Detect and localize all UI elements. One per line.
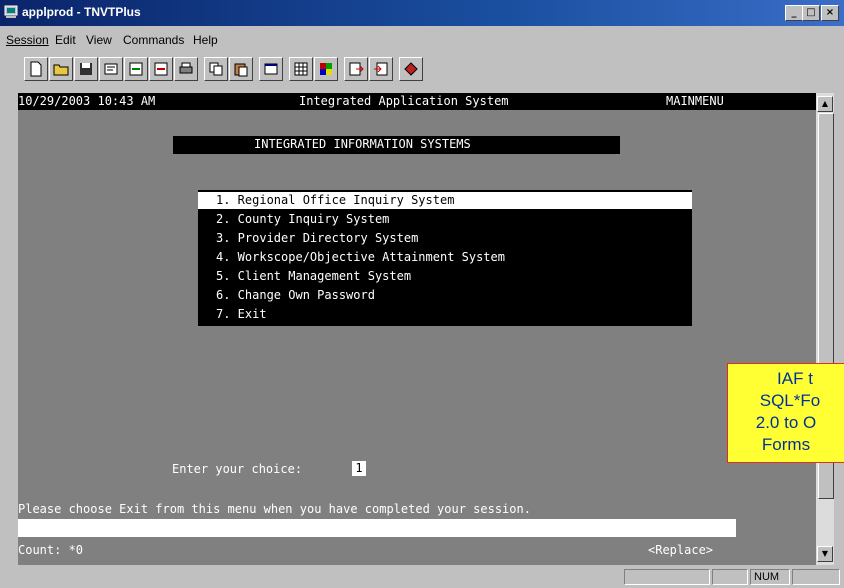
new-button[interactable] xyxy=(24,57,48,81)
menu-edit[interactable]: Edit xyxy=(55,33,76,47)
note-line-3: 2.0 to O xyxy=(755,413,817,432)
paste-button[interactable] xyxy=(229,57,253,81)
menu-view[interactable]: View xyxy=(86,33,112,47)
new-icon xyxy=(30,61,42,77)
arrow-up-icon: ▲ xyxy=(821,99,829,108)
color-button[interactable] xyxy=(314,57,338,81)
menu-item-3[interactable]: 3. Provider Directory System xyxy=(198,230,692,247)
note-line-1: IAF t xyxy=(777,369,813,388)
grid-button[interactable] xyxy=(289,57,313,81)
window-icon xyxy=(264,63,278,75)
properties-button[interactable] xyxy=(99,57,123,81)
macro-icon xyxy=(404,62,418,76)
connect-icon xyxy=(129,62,143,76)
title-bar: applprod - TNVTPlus _ □ × xyxy=(0,0,844,26)
print-icon xyxy=(179,62,193,74)
menu-help[interactable]: Help xyxy=(193,33,218,47)
connect-button[interactable] xyxy=(124,57,148,81)
annotation-callout: IAF t SQL*Fo 2.0 to O Forms xyxy=(727,363,844,463)
status-bar: NUM xyxy=(0,566,844,588)
disconnect-icon xyxy=(154,62,168,76)
maximize-button[interactable]: □ xyxy=(802,5,820,21)
window-title: applprod - TNVTPlus xyxy=(22,5,141,19)
print-button[interactable] xyxy=(174,57,198,81)
terminal-screen-id: MAINMENU xyxy=(666,94,724,108)
grid-icon xyxy=(294,62,308,76)
menu-item-6[interactable]: 6. Change Own Password xyxy=(198,287,692,304)
terminal-banner: INTEGRATED INFORMATION SYSTEMS xyxy=(254,137,471,151)
arrow-down-icon: ▼ xyxy=(821,549,829,558)
menu-item-2[interactable]: 2. County Inquiry System xyxy=(198,211,692,228)
scroll-up-button[interactable]: ▲ xyxy=(817,96,833,112)
terminal-app-title: Integrated Application System xyxy=(299,94,509,108)
save-icon xyxy=(80,63,92,75)
menu-item-7[interactable]: 7. Exit xyxy=(198,306,692,323)
status-num: NUM xyxy=(750,569,790,585)
status-pane-4 xyxy=(792,569,840,585)
status-main xyxy=(0,569,622,585)
terminal-input-line[interactable] xyxy=(18,519,736,537)
scroll-down-button[interactable]: ▼ xyxy=(817,546,833,562)
terminal-message: Please choose Exit from this menu when y… xyxy=(18,502,531,516)
vertical-scrollbar[interactable]: ▲ ▼ xyxy=(816,93,834,565)
menu-session[interactable]: Session xyxy=(6,33,49,47)
terminal-datetime: 10/29/2003 10:43 AM xyxy=(18,94,156,108)
color-icon xyxy=(320,63,332,75)
menu-commands[interactable]: Commands xyxy=(123,33,184,47)
terminal-count: Count: *0 xyxy=(18,543,84,557)
menu-item-4[interactable]: 4. Workscope/Objective Attainment System xyxy=(198,249,692,266)
terminal-mode: <Replace> xyxy=(648,543,714,557)
note-line-4: Forms xyxy=(761,435,811,454)
receive-button[interactable] xyxy=(369,57,393,81)
terminal-app-icon xyxy=(4,5,18,18)
macro-button[interactable] xyxy=(399,57,423,81)
menu-item-5[interactable]: 5. Client Management System xyxy=(198,268,692,285)
properties-icon xyxy=(104,63,118,75)
send-button[interactable] xyxy=(344,57,368,81)
status-pane-2 xyxy=(712,569,748,585)
window-button[interactable] xyxy=(259,57,283,81)
paste-icon xyxy=(234,63,248,77)
send-icon xyxy=(349,62,364,76)
menu-bar: Session Edit View Commands Help xyxy=(0,31,844,51)
save-button[interactable] xyxy=(74,57,98,81)
terminal-screen[interactable]: 10/29/2003 10:43 AM Integrated Applicati… xyxy=(18,93,816,565)
toolbar xyxy=(24,57,844,85)
copy-button[interactable] xyxy=(204,57,228,81)
choice-input[interactable]: 1 xyxy=(352,461,366,476)
close-button[interactable]: × xyxy=(821,5,839,21)
menu-item-1[interactable]: 1. Regional Office Inquiry System xyxy=(198,192,692,209)
disconnect-button[interactable] xyxy=(149,57,173,81)
status-pane-1 xyxy=(624,569,710,585)
choice-prompt: Enter your choice: xyxy=(172,462,303,476)
receive-icon xyxy=(374,62,388,76)
open-button[interactable] xyxy=(49,57,73,81)
minimize-button[interactable]: _ xyxy=(785,5,803,21)
copy-icon xyxy=(209,62,223,76)
open-icon xyxy=(53,64,69,76)
note-line-2: SQL*Fo xyxy=(759,391,821,410)
